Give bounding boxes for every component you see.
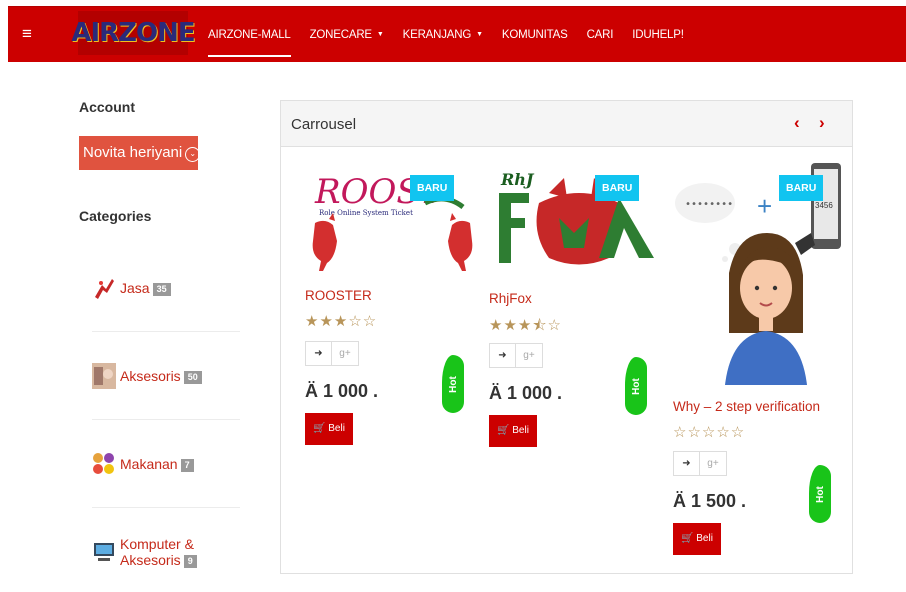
nav-link-label: IDUHELP! xyxy=(632,29,684,41)
product-price: Ä 1 000 . xyxy=(489,383,563,403)
chevron-left-icon[interactable]: ‹ xyxy=(794,113,800,133)
category-item-jasa[interactable]: Jasa 35 xyxy=(92,244,240,332)
svg-text:••••••••: •••••••• xyxy=(685,199,733,210)
google-plus-share-icon[interactable]: g+ xyxy=(332,341,359,366)
product-name[interactable]: ROOSTER xyxy=(305,288,372,303)
nav-link-label: KERANJANG xyxy=(402,29,472,41)
google-plus-share-icon[interactable]: g+ xyxy=(700,451,727,476)
nav-links: AIRZONE-MALL ZONECARE ▼ KERANJANG ▼ KOMUNI… xyxy=(208,7,703,63)
aksesoris-category-image xyxy=(92,362,116,389)
category-count-badge: 35 xyxy=(152,282,171,296)
category-label: Aksesoris xyxy=(120,367,181,384)
jasa-category-image xyxy=(95,278,114,299)
nav-link-label: AIRZONE-MALL xyxy=(208,29,291,41)
hot-badge: Hot xyxy=(625,357,647,415)
buy-button-label: Beli xyxy=(696,533,713,544)
nav-link-label: CARI xyxy=(586,29,614,41)
user-name: Novita heriyani xyxy=(83,144,183,161)
share-buttons: ➜ g+ xyxy=(673,451,727,476)
share-buttons: ➜ g+ xyxy=(489,343,543,368)
nav-link-cari[interactable]: CARI xyxy=(587,7,614,63)
category-list: Jasa 35 Aksesoris 50 Makanan 7 Komputer & A… xyxy=(92,244,240,592)
nav-link-keranjang[interactable]: KERANJANG ▼ xyxy=(403,7,483,63)
user-account-button[interactable]: Novita heriyani ⌄ xyxy=(79,136,201,170)
svg-text:3456: 3456 xyxy=(815,201,833,210)
category-label: Makanan xyxy=(120,455,178,472)
chevron-right-icon[interactable]: › xyxy=(819,113,825,133)
nav-link-label: KOMUNITAS xyxy=(501,29,568,41)
buy-button-label: Beli xyxy=(512,425,529,436)
nav-link-airzone-mall[interactable]: AIRZONE-MALL xyxy=(208,7,291,63)
category-count-badge: 9 xyxy=(183,555,197,568)
twitter-share-icon[interactable]: ➜ xyxy=(305,341,332,366)
carousel-panel: Carrousel ‹ › ROOST Role Online System T… xyxy=(280,100,853,574)
product-price: Ä 1 000 . xyxy=(305,381,379,401)
product-rating-stars: ★★★⯪☆ xyxy=(489,317,562,334)
buy-button[interactable]: 🛒 Beli xyxy=(305,413,353,445)
product-name[interactable]: Why – 2 step verification xyxy=(673,399,820,414)
twitter-share-icon[interactable]: ➜ xyxy=(489,343,516,368)
new-badge: BARU xyxy=(779,175,824,201)
nav-link-iduhelp[interactable]: IDUHELP! xyxy=(632,7,684,63)
top-navbar: ≡ AIRZONE AIRZONE-MALL ZONECARE ▼ KERANJA… xyxy=(8,6,906,62)
category-item-aksesoris[interactable]: Aksesoris 50 xyxy=(92,332,240,420)
chevron-down-circle-icon: ⌄ xyxy=(185,147,201,162)
hamburger-icon[interactable]: ≡ xyxy=(22,24,32,44)
twitter-share-icon[interactable]: ➜ xyxy=(673,451,700,476)
logo-text: AIRZONE xyxy=(71,18,195,48)
category-label: Jasa xyxy=(120,279,150,296)
new-badge: BARU xyxy=(410,175,455,201)
product-card-rhjfox: RhJ BARU RhjFox ★★★⯪☆ ➜ g+ Ä 1 000 . 🛒 B… xyxy=(489,163,669,463)
category-count-badge: 7 xyxy=(180,458,194,472)
svg-text:RhJ: RhJ xyxy=(500,170,535,189)
nav-link-label: ZONECARE xyxy=(309,29,372,41)
hot-badge: Hot xyxy=(809,465,831,523)
carousel-header: Carrousel ‹ › xyxy=(281,101,852,147)
product-price: Ä 1 500 . xyxy=(673,491,747,511)
svg-text:+: + xyxy=(757,191,772,221)
caret-down-icon: ▼ xyxy=(476,31,483,38)
category-item-makanan[interactable]: Makanan 7 xyxy=(92,420,240,508)
carousel-title: Carrousel xyxy=(291,116,357,133)
product-rating-stars: ☆☆☆☆☆ xyxy=(673,424,746,441)
buy-button[interactable]: 🛒 Beli xyxy=(489,415,537,447)
komputer-category-image xyxy=(94,543,114,561)
buy-button[interactable]: 🛒 Beli xyxy=(673,523,721,555)
product-card-rooster: ROOST Role Online System Ticket BARU ROO… xyxy=(305,163,485,463)
airzone-logo[interactable]: AIRZONE xyxy=(71,11,196,55)
hot-label: Hot xyxy=(447,375,459,393)
product-rating-stars: ★★★☆☆ xyxy=(305,313,378,330)
hot-label: Hot xyxy=(630,377,642,395)
product-name[interactable]: RhjFox xyxy=(489,291,532,306)
new-badge: BARU xyxy=(595,175,640,201)
category-count-badge: 50 xyxy=(183,370,202,384)
caret-down-icon: ▼ xyxy=(376,31,384,38)
categories-heading: Categories xyxy=(79,208,152,224)
nav-link-zonecare[interactable]: ZONECARE ▼ xyxy=(310,7,384,63)
nav-link-komunitas[interactable]: KOMUNITAS xyxy=(502,7,568,63)
category-item-komputer-aksesoris[interactable]: Komputer & Aksesoris 9 xyxy=(92,508,240,592)
google-plus-share-icon[interactable]: g+ xyxy=(516,343,543,368)
hot-badge: Hot xyxy=(442,355,464,413)
share-buttons: ➜ g+ xyxy=(305,341,359,366)
account-heading: Account xyxy=(79,99,135,115)
buy-button-label: Beli xyxy=(328,423,345,434)
makanan-category-image xyxy=(93,452,114,474)
hot-label: Hot xyxy=(814,485,826,503)
